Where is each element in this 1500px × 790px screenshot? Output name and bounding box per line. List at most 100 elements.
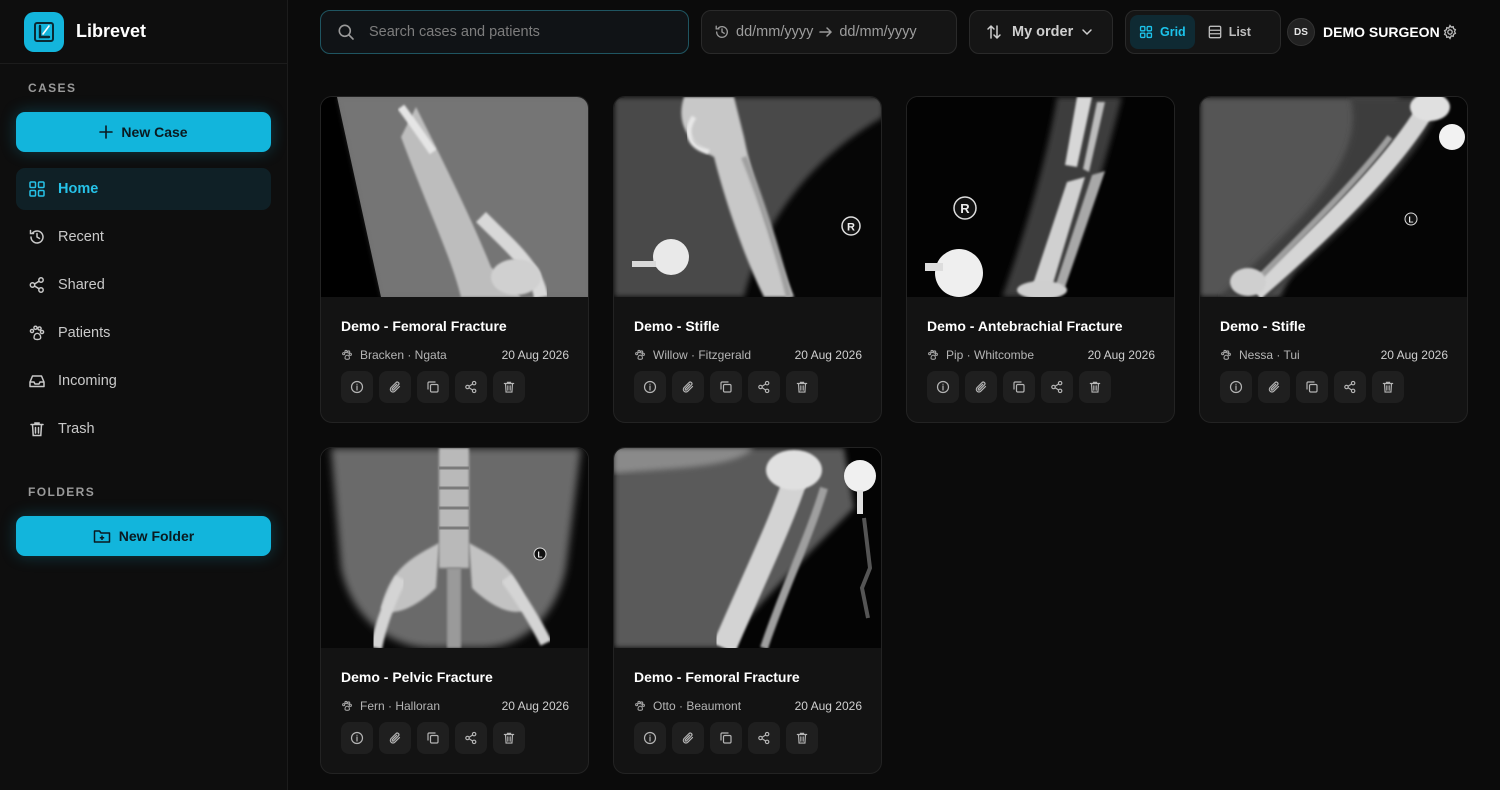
case-title[interactable]: Demo - Stifle — [1220, 318, 1306, 334]
delete-button[interactable] — [1372, 371, 1404, 403]
attach-button[interactable] — [672, 722, 704, 754]
case-card[interactable]: Demo - Femoral Fracture Bracken · Ngata … — [320, 96, 589, 423]
case-card[interactable]: L Demo - Pelvic Fracture Fern · Halloran… — [320, 447, 589, 774]
patient-name: Bracken · Ngata — [360, 348, 447, 362]
info-button[interactable] — [927, 371, 959, 403]
brand[interactable]: Librevet — [0, 0, 287, 64]
duplicate-button[interactable] — [417, 371, 449, 403]
sidebar-item-incoming[interactable]: Incoming — [16, 360, 271, 402]
new-case-label: New Case — [121, 124, 188, 140]
grid-view-button[interactable]: Grid — [1130, 15, 1195, 49]
xray-marker-l: L — [1409, 216, 1414, 225]
date-range-filter[interactable]: dd/mm/yyyy dd/mm/yyyy — [701, 10, 957, 54]
delete-button[interactable] — [786, 722, 818, 754]
paw-icon — [635, 700, 645, 711]
attach-button[interactable] — [1258, 371, 1290, 403]
share-icon — [758, 380, 770, 394]
case-date: 20 Aug 2026 — [1380, 348, 1448, 362]
case-title[interactable]: Demo - Pelvic Fracture — [341, 669, 493, 685]
paperclip-icon — [389, 732, 401, 744]
xray-thumbnail[interactable]: R — [614, 97, 881, 297]
xray-thumbnail[interactable]: L — [1200, 97, 1467, 297]
share-button[interactable] — [748, 371, 780, 403]
delete-button[interactable] — [493, 722, 525, 754]
duplicate-button[interactable] — [417, 722, 449, 754]
xray-thumbnail[interactable] — [614, 448, 881, 648]
attach-button[interactable] — [672, 371, 704, 403]
patient-name: Fern · Halloran — [360, 699, 441, 713]
attach-button[interactable] — [379, 722, 411, 754]
paw-icon — [928, 349, 938, 360]
case-date: 20 Aug 2026 — [501, 348, 569, 362]
list-view-button[interactable]: List — [1199, 15, 1260, 49]
sort-icon — [987, 24, 1001, 40]
paw-icon — [342, 700, 352, 711]
case-card[interactable]: R Demo - Stifle Willow · Fitzgerald 20 A… — [613, 96, 882, 423]
info-button[interactable] — [634, 371, 666, 403]
sort-order-dropdown[interactable]: My order — [969, 10, 1113, 54]
info-button[interactable] — [634, 722, 666, 754]
folder-plus-icon — [93, 530, 111, 543]
patient-name: Otto · Beaumont — [653, 699, 742, 713]
share-icon — [758, 731, 770, 745]
duplicate-button[interactable] — [1003, 371, 1035, 403]
copy-icon — [427, 381, 439, 393]
chevron-down-icon — [1082, 29, 1092, 36]
case-card[interactable]: R Demo - Antebrachial Fracture Pip · Whi… — [906, 96, 1175, 423]
xray-thumbnail[interactable]: L — [321, 448, 588, 648]
case-title[interactable]: Demo - Stifle — [634, 318, 720, 334]
sidebar-item-home[interactable]: Home — [16, 168, 271, 210]
case-title[interactable]: Demo - Antebrachial Fracture — [927, 318, 1123, 334]
duplicate-button[interactable] — [710, 722, 742, 754]
duplicate-button[interactable] — [1296, 371, 1328, 403]
paperclip-icon — [389, 381, 401, 393]
info-button[interactable] — [1220, 371, 1252, 403]
xray-marker-r: R — [847, 222, 855, 234]
logo-icon — [24, 11, 64, 52]
avatar[interactable]: DS — [1287, 18, 1315, 46]
card-actions — [634, 722, 818, 754]
sidebar-item-shared[interactable]: Shared — [16, 264, 271, 306]
duplicate-button[interactable] — [710, 371, 742, 403]
delete-button[interactable] — [493, 371, 525, 403]
card-actions — [1220, 371, 1404, 403]
share-button[interactable] — [455, 371, 487, 403]
copy-icon — [1306, 381, 1318, 393]
delete-button[interactable] — [786, 371, 818, 403]
new-folder-button[interactable]: New Folder — [16, 516, 271, 556]
case-card[interactable]: Demo - Femoral Fracture Otto · Beaumont … — [613, 447, 882, 774]
case-title[interactable]: Demo - Femoral Fracture — [634, 669, 800, 685]
patient-name: Willow · Fitzgerald — [653, 348, 752, 362]
share-button[interactable] — [1041, 371, 1073, 403]
date-from-input[interactable]: dd/mm/yyyy — [736, 24, 813, 40]
sidebar-item-trash[interactable]: Trash — [16, 408, 271, 450]
date-to-input[interactable]: dd/mm/yyyy — [839, 24, 916, 40]
user-name[interactable]: DEMO SURGEON — [1323, 24, 1440, 40]
share-button[interactable] — [748, 722, 780, 754]
sidebar-item-recent[interactable]: Recent — [16, 216, 271, 258]
trash-icon — [503, 381, 515, 393]
search-input[interactable] — [369, 24, 669, 40]
info-button[interactable] — [341, 722, 373, 754]
list-icon — [1208, 25, 1222, 39]
attach-button[interactable] — [379, 371, 411, 403]
new-case-button[interactable]: New Case — [16, 112, 271, 152]
paperclip-icon — [682, 732, 694, 744]
case-card[interactable]: L Demo - Stifle Nessa · Tui 20 Aug 2026 — [1199, 96, 1468, 423]
xray-thumbnail[interactable]: R — [907, 97, 1174, 297]
card-actions — [341, 371, 525, 403]
trash-icon — [503, 732, 515, 744]
case-title[interactable]: Demo - Femoral Fracture — [341, 318, 507, 334]
delete-button[interactable] — [1079, 371, 1111, 403]
xray-thumbnail[interactable] — [321, 97, 588, 297]
share-icon — [465, 731, 477, 745]
share-button[interactable] — [455, 722, 487, 754]
share-button[interactable] — [1334, 371, 1366, 403]
attach-button[interactable] — [965, 371, 997, 403]
sidebar-item-patients[interactable]: Patients — [16, 312, 271, 354]
sidebar-item-label: Home — [58, 181, 99, 197]
search-box[interactable] — [320, 10, 689, 54]
list-view-label: List — [1228, 25, 1251, 39]
gear-icon[interactable] — [1442, 24, 1458, 45]
info-button[interactable] — [341, 371, 373, 403]
